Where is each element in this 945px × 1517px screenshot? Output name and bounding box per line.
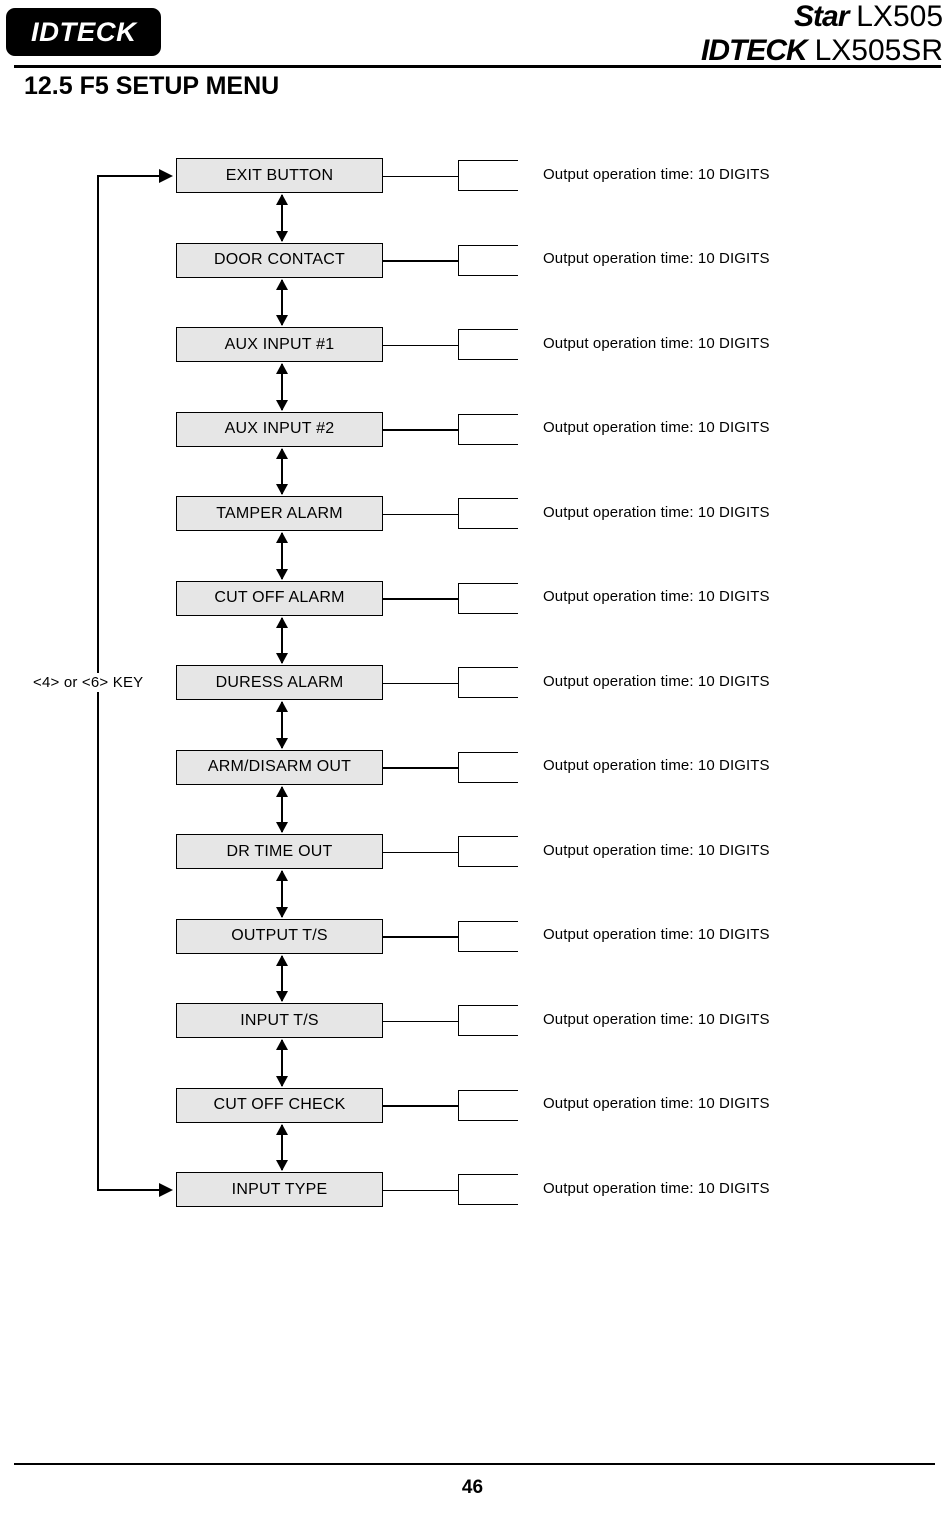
flow-node-lead-line [383,682,458,684]
flow-node-label: DOOR CONTACT [214,251,345,268]
flow-node-label: DR TIME OUT [226,842,333,860]
flow-node[interactable]: INPUT T/S [176,1003,383,1038]
flow-node-label: EXIT BUTTON [225,166,334,184]
value-entry-box[interactable] [458,1174,518,1205]
flow-bidirectional-arrow [276,1039,288,1086]
flow-node-note: Output operation time: 10 DIGITS [543,165,770,183]
flow-node-lead-line [383,513,458,515]
page-number: 46 [461,1477,484,1498]
flow-node-lead-line [383,1020,458,1022]
flow-bidirectional-arrow [276,532,288,579]
flow-node-lead-line [383,936,458,938]
loopback-rail-bottom-branch [97,1188,159,1191]
flow-node-label: INPUT T/S [240,1011,319,1029]
flow-node[interactable]: DURESS ALARM [176,665,383,700]
flow-node-note: Output operation time: 10 DIGITS [543,926,770,943]
flow-node[interactable]: DR TIME OUT [176,834,383,869]
flow-bidirectional-arrow [276,701,288,748]
flow-node-label: TAMPER ALARM [216,504,343,522]
flow-node-note: Output operation time: 10 DIGITS [543,1010,770,1028]
flow-node-lead-line [383,260,458,262]
value-entry-box[interactable] [458,667,518,698]
value-entry-box[interactable] [458,160,518,191]
flow-node-label: AUX INPUT #1 [224,335,335,353]
flow-node-lead-line [383,851,458,853]
loopback-arrow-into-last-node [159,1182,173,1197]
flow-bidirectional-arrow [276,785,288,833]
value-entry-box[interactable] [458,582,518,614]
footer-divider-rule [14,1463,935,1465]
flow-node-label: OUTPUT T/S [231,927,328,944]
value-entry-box[interactable] [458,1005,518,1036]
flow-node-note: Output operation time: 10 DIGITS [543,1095,770,1112]
flow-node-label: ARM/DISARM OUT [207,758,352,775]
flow-node[interactable]: CUT OFF CHECK [176,1087,383,1123]
value-entry-box[interactable] [458,329,518,360]
flow-bidirectional-arrow [276,1123,288,1171]
flow-bidirectional-arrow [276,194,288,241]
flow-node-label: CUT OFF CHECK [213,1096,346,1113]
flow-node-note: Output operation time: 10 DIGITS [543,250,770,267]
value-entry-box[interactable] [458,244,518,276]
value-entry-box[interactable] [458,413,518,445]
flow-node-lead-line [383,598,458,600]
loopback-rail-top-branch [97,174,159,177]
document-page: IDTECK Star LX505 IDTECK LX505SR 12.5 F5… [0,0,945,1517]
flow-node-note: Output operation time: 10 DIGITS [543,757,770,774]
flow-node-label: CUT OFF ALARM [214,589,345,606]
flow-node-note: Output operation time: 10 DIGITS [543,419,770,436]
flow-bidirectional-arrow [276,447,288,495]
flow-node-label: INPUT TYPE [231,1180,328,1198]
value-entry-box[interactable] [458,1089,518,1121]
value-entry-box[interactable] [458,498,518,529]
flow-node[interactable]: CUT OFF ALARM [176,580,383,616]
flow-node[interactable]: EXIT BUTTON [176,158,383,193]
flow-node[interactable]: TAMPER ALARM [176,496,383,531]
flow-bidirectional-arrow [276,870,288,917]
value-entry-box[interactable] [458,836,518,867]
flow-node[interactable]: INPUT TYPE [176,1172,383,1207]
flow-node-label: DURESS ALARM [215,673,344,691]
flow-node-note: Output operation time: 10 DIGITS [543,588,770,605]
flow-bidirectional-arrow [276,363,288,410]
flow-node-note: Output operation time: 10 DIGITS [543,841,770,859]
flow-node-note: Output operation time: 10 DIGITS [543,672,770,690]
flow-node[interactable]: AUX INPUT #2 [176,411,383,447]
flow-node-lead-line [383,767,458,769]
flow-node[interactable]: ARM/DISARM OUT [176,749,383,785]
value-entry-box[interactable] [458,751,518,783]
flow-node[interactable]: DOOR CONTACT [176,242,383,278]
flow-node-note: Output operation time: 10 DIGITS [543,334,770,352]
loopback-arrow-into-first-node [159,168,173,183]
flow-node-label: AUX INPUT #2 [224,420,335,437]
navigation-key-label: <4> or <6> KEY [30,672,147,692]
flow-node-note: Output operation time: 10 DIGITS [543,1179,770,1197]
flow-node-lead-line [383,175,458,177]
flow-bidirectional-arrow [276,616,288,664]
flow-node-note: Output operation time: 10 DIGITS [543,503,770,521]
flow-node[interactable]: OUTPUT T/S [176,918,383,954]
flow-node-lead-line [383,1189,458,1191]
flow-node[interactable]: AUX INPUT #1 [176,327,383,362]
value-entry-box[interactable] [458,920,518,952]
flow-node-lead-line [383,344,458,346]
f5-setup-menu-flowchart: EXIT BUTTON Output operation time: 10 DIG… [0,0,945,1260]
flow-node-lead-line [383,1105,458,1107]
flow-node-lead-line [383,429,458,431]
flow-bidirectional-arrow [276,278,288,326]
flow-bidirectional-arrow [276,954,288,1002]
